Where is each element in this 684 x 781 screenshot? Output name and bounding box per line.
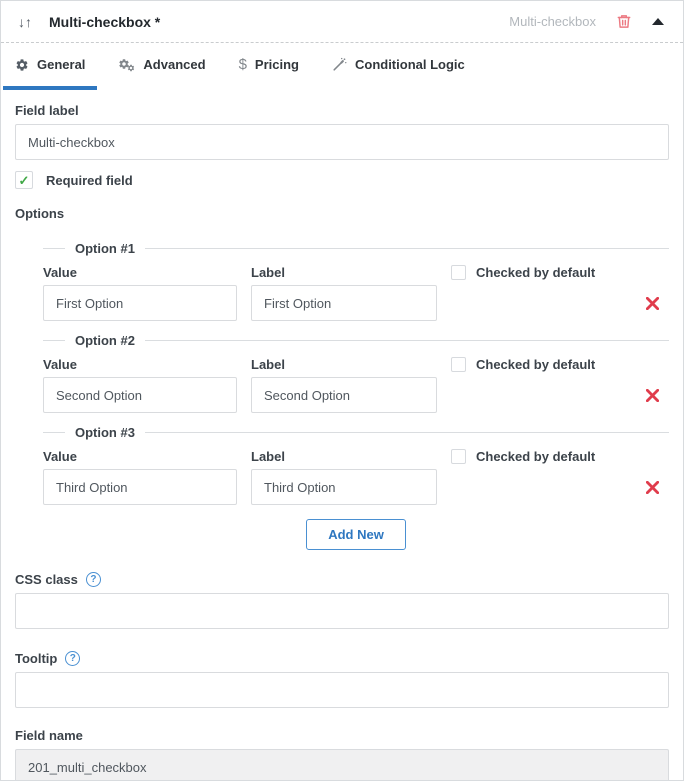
option-legend-row: Option #3	[43, 425, 669, 440]
tab-label: General	[37, 57, 86, 72]
option-legend: Option #2	[75, 333, 135, 348]
option-legend-row: Option #2	[43, 333, 669, 348]
label-label: Label	[251, 449, 285, 464]
general-tab-panel: Field label ✓ Required field Options Opt…	[1, 90, 683, 780]
tab-label: Advanced	[143, 57, 206, 72]
label-label: Label	[251, 357, 285, 372]
settings-tabs: General Advanced $ Pricing Conditional L…	[1, 43, 683, 90]
drag-reorder-icon[interactable]: ↓↑	[18, 15, 32, 29]
field-title: Multi-checkbox *	[49, 13, 161, 30]
add-new-row: Add New	[43, 519, 669, 550]
field-name-section: Field name	[15, 728, 669, 780]
options-label: Options	[15, 206, 65, 221]
legend-line	[144, 432, 669, 433]
value-label: Value	[43, 449, 77, 464]
delete-option-icon[interactable]	[646, 388, 669, 402]
required-field-label: Required field	[46, 172, 133, 188]
checked-by-default-checkbox[interactable]	[451, 265, 466, 280]
help-icon[interactable]: ?	[65, 651, 81, 666]
tab-conditional-logic[interactable]: Conditional Logic	[320, 43, 477, 90]
magic-wand-icon	[332, 57, 347, 72]
css-class-label: CSS class	[15, 572, 78, 587]
option-legend-row: Option #1	[43, 241, 669, 256]
help-icon[interactable]: ?	[85, 572, 101, 587]
field-name-input	[15, 749, 669, 780]
option-legend: Option #1	[75, 241, 135, 256]
trash-icon[interactable]	[616, 13, 632, 30]
label-label: Label	[251, 265, 285, 280]
legend-line	[144, 248, 669, 249]
tooltip-label: Tooltip	[15, 651, 58, 666]
checked-by-default-row: Checked by default	[451, 265, 669, 280]
tab-pricing[interactable]: $ Pricing	[227, 43, 311, 90]
option-label-input[interactable]	[251, 285, 437, 321]
required-checkbox[interactable]: ✓	[15, 171, 33, 189]
option-value-input[interactable]	[43, 377, 237, 413]
checked-by-default-row: Checked by default	[451, 357, 669, 372]
options-list: Option #1 Value Label Checked by default	[43, 241, 669, 550]
field-label-label: Field label	[15, 103, 79, 118]
triangle-up	[652, 18, 664, 25]
legend-line	[144, 340, 669, 341]
value-label: Value	[43, 265, 77, 280]
option-group: Option #2 Value Label Checked by default	[43, 333, 669, 413]
option-legend: Option #3	[75, 425, 135, 440]
checked-by-default-checkbox[interactable]	[451, 449, 466, 464]
css-class-input[interactable]	[15, 593, 669, 629]
delete-option-icon[interactable]	[646, 480, 669, 494]
gears-icon	[118, 58, 135, 72]
field-label-input[interactable]	[15, 124, 669, 160]
legend-line	[43, 340, 65, 341]
tab-general[interactable]: General	[3, 43, 98, 90]
option-group: Option #3 Value Label Checked by default	[43, 425, 669, 505]
tab-label: Conditional Logic	[354, 57, 465, 72]
legend-line	[43, 432, 65, 433]
checked-by-default-row: Checked by default	[451, 449, 669, 464]
add-new-button[interactable]: Add New	[306, 519, 406, 550]
legend-line	[43, 248, 65, 249]
option-group: Option #1 Value Label Checked by default	[43, 241, 669, 321]
tab-label: Pricing	[254, 57, 299, 72]
tooltip-section: Tooltip ?	[15, 651, 669, 708]
field-settings-panel: ↓↑ Multi-checkbox * Multi-checkbox Gener…	[0, 0, 684, 781]
checked-by-default-checkbox[interactable]	[451, 357, 466, 372]
collapse-arrow-icon[interactable]	[650, 14, 666, 29]
checked-by-default-label: Checked by default	[476, 449, 596, 464]
option-value-input[interactable]	[43, 285, 237, 321]
field-header: ↓↑ Multi-checkbox * Multi-checkbox	[1, 1, 683, 43]
tab-advanced[interactable]: Advanced	[106, 43, 217, 90]
delete-option-icon[interactable]	[646, 296, 669, 310]
option-label-input[interactable]	[251, 377, 437, 413]
dollar-icon: $	[238, 56, 247, 73]
css-class-section: CSS class ?	[15, 572, 669, 629]
tooltip-input[interactable]	[15, 672, 669, 708]
field-type-label: Multi-checkbox	[509, 14, 596, 29]
checked-by-default-label: Checked by default	[476, 357, 596, 372]
option-label-input[interactable]	[251, 469, 437, 505]
gear-icon	[15, 58, 29, 72]
required-field-row: ✓ Required field	[15, 171, 669, 189]
field-name-label: Field name	[15, 728, 83, 743]
check-icon: ✓	[18, 172, 30, 188]
option-value-input[interactable]	[43, 469, 237, 505]
value-label: Value	[43, 357, 77, 372]
checked-by-default-label: Checked by default	[476, 265, 596, 280]
